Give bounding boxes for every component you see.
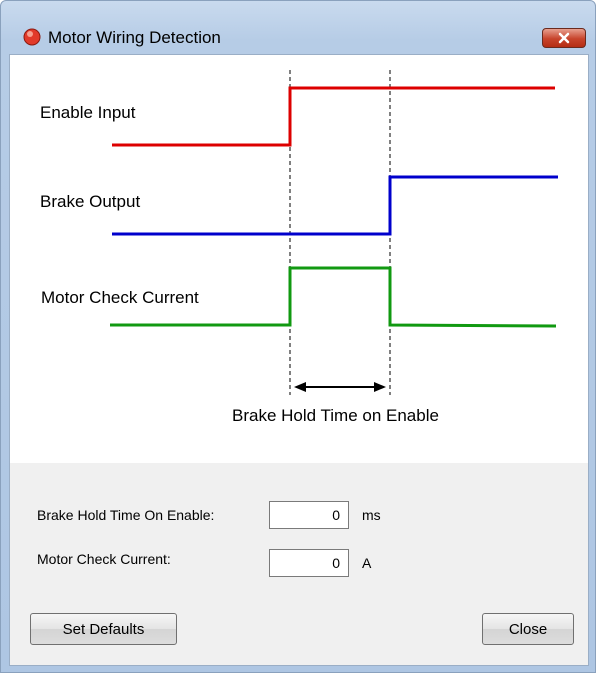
- motor-check-current-input[interactable]: [269, 549, 349, 577]
- brake-hold-time-unit: ms: [362, 507, 381, 523]
- window-title: Motor Wiring Detection: [48, 28, 221, 47]
- brake-hold-time-label: Brake Hold Time On Enable:: [37, 507, 215, 523]
- brake-output-label: Brake Output: [40, 192, 141, 211]
- motor-wiring-detection-dialog: Motor Wiring Detection Enable Input Brak…: [0, 0, 596, 673]
- title-bar[interactable]: [1, 1, 595, 31]
- brake-hold-time-input[interactable]: [269, 501, 349, 529]
- hold-time-arrow: [294, 382, 386, 392]
- set-defaults-button[interactable]: Set Defaults: [30, 613, 177, 645]
- motor-check-current-unit: A: [362, 555, 372, 571]
- close-x-icon: [558, 32, 570, 44]
- enable-input-label: Enable Input: [40, 103, 136, 122]
- motor-check-current-field-label: Motor Check Current:: [37, 551, 171, 567]
- enable-input-waveform: [112, 86, 555, 147]
- window-close-button[interactable]: [542, 28, 586, 48]
- brake-hold-time-interval-label: Brake Hold Time on Enable: [232, 406, 439, 425]
- brake-output-waveform: [112, 175, 558, 236]
- close-button[interactable]: Close: [482, 613, 574, 645]
- app-icon: [23, 28, 41, 46]
- dialog-body: Enable Input Brake Output Motor Check Cu…: [9, 54, 589, 666]
- timing-diagram: Enable Input Brake Output Motor Check Cu…: [10, 55, 588, 463]
- motor-check-current-label: Motor Check Current: [41, 288, 199, 307]
